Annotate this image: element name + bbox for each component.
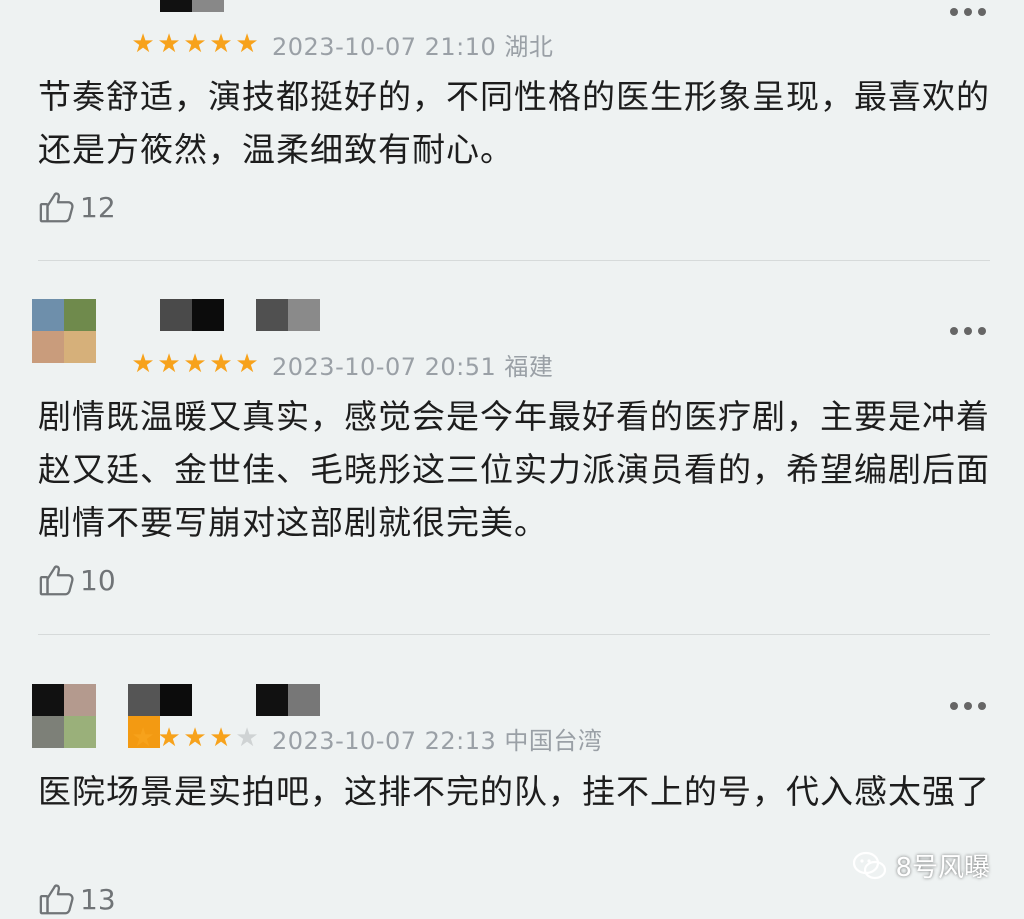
- star-icon: ★: [157, 349, 181, 379]
- review-date: 2023-10-07 22:13 中国台湾: [272, 726, 603, 755]
- star-icon: ★: [209, 349, 233, 379]
- star-rating: ★ ★ ★ ★ ★: [130, 725, 260, 751]
- divider: [38, 260, 990, 261]
- star-icon: ★: [235, 29, 259, 59]
- avatar[interactable]: [32, 299, 96, 363]
- review-text: 剧情既温暖又真实，感觉会是今年最好看的医疗剧，主要是冲着赵又廷、金世佳、毛晓彤这…: [38, 397, 990, 542]
- like-button[interactable]: 10: [38, 560, 116, 600]
- username-pixelated: [128, 684, 320, 748]
- like-count: 13: [80, 882, 116, 916]
- like-count: 12: [80, 190, 116, 224]
- star-icon: ★: [131, 723, 155, 753]
- like-count: 10: [80, 563, 116, 597]
- review-date: 2023-10-07 20:51 福建: [272, 352, 554, 381]
- star-rating: ★ ★ ★ ★ ★: [130, 351, 260, 377]
- star-icon: ★: [209, 723, 233, 753]
- more-options-icon[interactable]: [950, 700, 986, 712]
- thumbs-up-icon: [39, 192, 74, 223]
- star-icon: ★: [131, 349, 155, 379]
- review-date: 2023-10-07 21:10 湖北: [272, 32, 554, 61]
- star-rating: ★ ★ ★ ★ ★: [130, 31, 260, 57]
- avatar[interactable]: [32, 684, 96, 748]
- like-button[interactable]: 12: [38, 187, 116, 227]
- more-options-icon[interactable]: [950, 6, 986, 18]
- star-icon: ★: [157, 29, 181, 59]
- star-icon: ★: [235, 349, 259, 379]
- star-icon: ★: [157, 723, 181, 753]
- more-options-icon[interactable]: [950, 325, 986, 337]
- review-meta: ★ ★ ★ ★ ★ 2023-10-07 22:13 中国台湾: [130, 720, 602, 756]
- star-icon: ★: [183, 29, 207, 59]
- star-icon: ★: [131, 29, 155, 59]
- thumbs-up-icon: [39, 884, 74, 915]
- review-meta: ★ ★ ★ ★ ★ 2023-10-07 20:51 福建: [130, 346, 553, 382]
- review-text: 医院场景是实拍吧，这排不完的队，挂不上的号，代入感太强了: [38, 772, 990, 811]
- watermark-text: 8号风曝: [895, 853, 990, 883]
- like-button[interactable]: 13: [38, 879, 116, 919]
- review-text: 节奏舒适，演技都挺好的，不同性格的医生形象呈现，最喜欢的还是方筱然，温柔细致有耐…: [38, 77, 990, 169]
- star-icon: ★: [183, 723, 207, 753]
- watermark: 8号风曝: [853, 847, 990, 884]
- thumbs-up-icon: [39, 565, 74, 596]
- wechat-icon: [853, 851, 887, 879]
- divider: [38, 634, 990, 635]
- star-icon: ★: [209, 29, 233, 59]
- username-pixelated: [160, 299, 320, 331]
- username-pixelated: [160, 0, 224, 14]
- star-icon: ★: [183, 349, 207, 379]
- review-meta: ★ ★ ★ ★ ★ 2023-10-07 21:10 湖北: [130, 26, 553, 62]
- star-icon: ★: [235, 723, 259, 753]
